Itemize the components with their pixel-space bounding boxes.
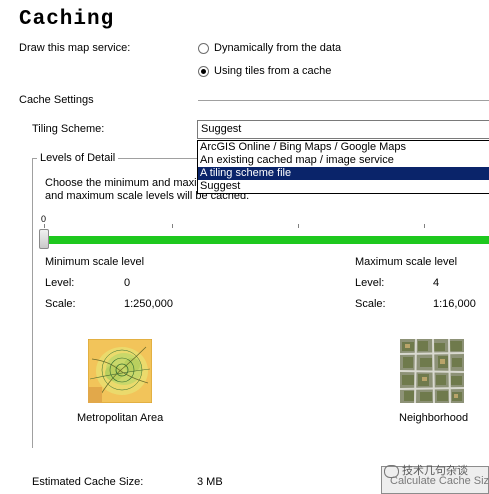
metropolitan-area-thumbnail: [88, 339, 152, 403]
slider-min-thumb[interactable]: [39, 229, 49, 249]
min-level-value: 0: [124, 277, 131, 289]
scale-range-slider-track[interactable]: [45, 236, 489, 244]
slider-tick: [298, 224, 299, 228]
max-scale-value: 1:16,000: [433, 298, 476, 310]
radio-dynamic-circle[interactable]: [198, 43, 209, 54]
draw-service-label: Draw this map service:: [19, 42, 131, 54]
dropdown-option-suggest[interactable]: Suggest: [198, 180, 489, 193]
metropolitan-area-caption: Metropolitan Area: [77, 412, 164, 424]
dropdown-option-arcgis-online[interactable]: ArcGIS Online / Bing Maps / Google Maps: [198, 141, 489, 154]
tiling-scheme-select[interactable]: Suggest: [197, 120, 489, 139]
max-scale-heading: Maximum scale level: [355, 256, 458, 268]
neighborhood-caption: Neighborhood: [399, 412, 469, 424]
slider-tick: [172, 224, 173, 228]
max-level-label: Level:: [355, 277, 385, 289]
radio-cache[interactable]: Using tiles from a cache: [198, 65, 398, 79]
min-scale-heading: Minimum scale level: [45, 256, 145, 268]
lod-instructions-line1: Choose the minimum and maxim: [45, 177, 206, 189]
tiling-scheme-value: Suggest: [201, 123, 242, 135]
watermark-text: 技术几句杂谈: [402, 465, 468, 477]
radio-cache-label: Using tiles from a cache: [214, 65, 332, 77]
cache-settings-label: Cache Settings: [19, 94, 94, 106]
page-title: Caching: [19, 8, 115, 31]
slider-tick: [424, 224, 425, 228]
neighborhood-thumbnail: [400, 339, 464, 403]
dropdown-option-existing-cached-map[interactable]: An existing cached map / image service: [198, 154, 489, 167]
min-level-label: Level:: [45, 277, 75, 289]
tiling-scheme-dropdown-list[interactable]: ArcGIS Online / Bing Maps / Google Maps …: [197, 140, 489, 194]
radio-cache-circle[interactable]: [198, 66, 209, 77]
dropdown-option-tiling-scheme-file[interactable]: A tiling scheme file: [198, 167, 489, 180]
max-scale-label: Scale:: [355, 298, 386, 310]
estimated-cache-size-label: Estimated Cache Size:: [32, 476, 144, 488]
wechat-icon: [384, 464, 399, 478]
max-level-value: 4: [433, 277, 440, 289]
min-scale-value: 1:250,000: [124, 298, 173, 310]
min-scale-label: Scale:: [45, 298, 76, 310]
radio-dynamic[interactable]: Dynamically from the data: [198, 42, 398, 56]
levels-of-detail-legend: Levels of Detail: [37, 152, 119, 164]
watermark: 技术几句杂谈: [384, 462, 468, 478]
slider-tick-label-0: 0: [41, 214, 47, 224]
tiling-scheme-label: Tiling Scheme:: [32, 123, 105, 135]
cache-settings-separator: [198, 100, 489, 101]
slider-tick: [44, 224, 45, 228]
radio-dynamic-label: Dynamically from the data: [214, 42, 342, 54]
estimated-cache-size-value: 3 MB: [197, 476, 223, 488]
